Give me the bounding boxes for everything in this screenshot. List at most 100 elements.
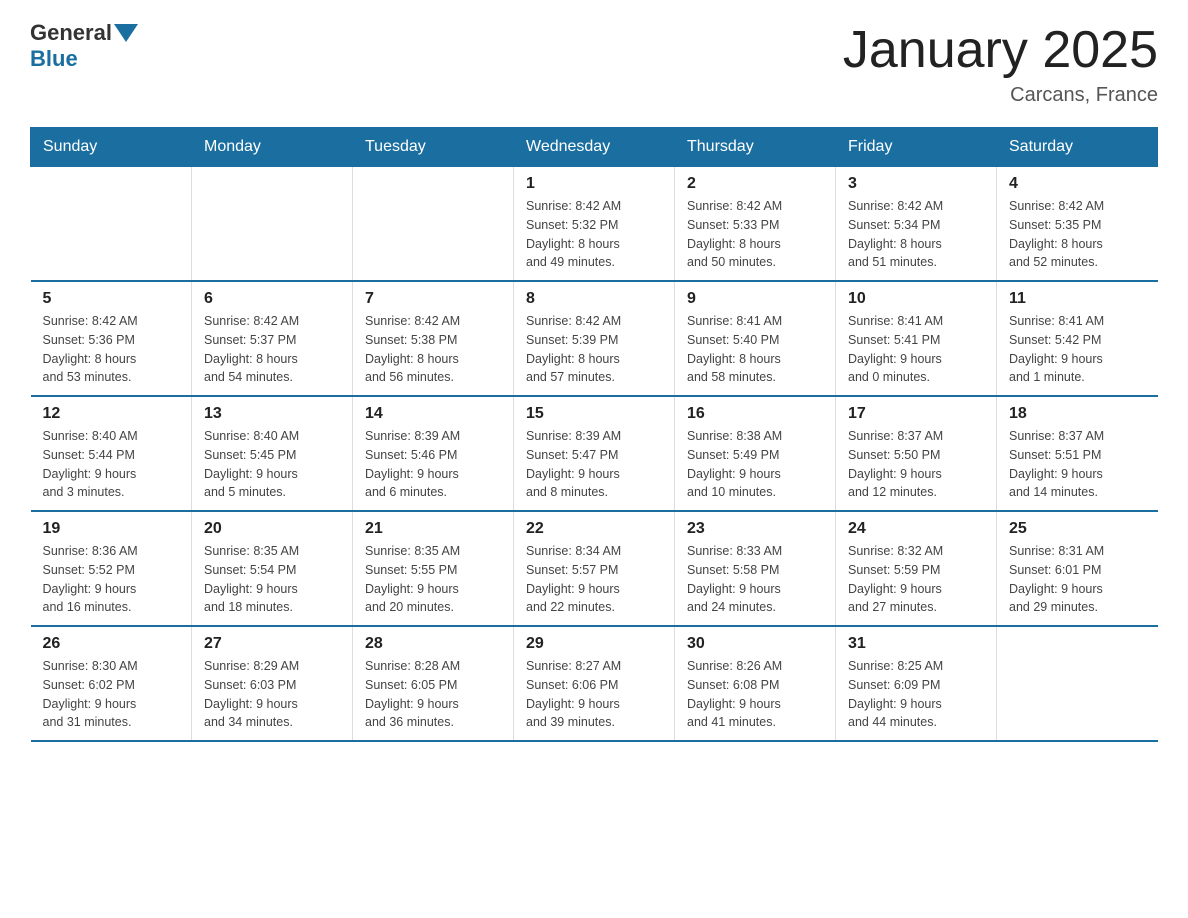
day-info: Sunrise: 8:37 AM Sunset: 5:50 PM Dayligh… <box>848 427 984 502</box>
day-info: Sunrise: 8:42 AM Sunset: 5:39 PM Dayligh… <box>526 312 662 387</box>
calendar-title: January 2025 <box>843 20 1158 80</box>
day-number: 8 <box>526 290 662 308</box>
day-info: Sunrise: 8:39 AM Sunset: 5:47 PM Dayligh… <box>526 427 662 502</box>
calendar-week-row: 1 Sunrise: 8:42 AM Sunset: 5:32 PM Daylig… <box>31 167 1158 282</box>
day-number: 21 <box>365 520 501 538</box>
day-info: Sunrise: 8:37 AM Sunset: 5:51 PM Dayligh… <box>1009 427 1146 502</box>
calendar-cell: 19 Sunrise: 8:36 AM Sunset: 5:52 PM Dayli… <box>31 511 192 626</box>
calendar-cell: 7 Sunrise: 8:42 AM Sunset: 5:38 PM Daylig… <box>353 281 514 396</box>
day-info: Sunrise: 8:40 AM Sunset: 5:45 PM Dayligh… <box>204 427 340 502</box>
calendar-cell: 17 Sunrise: 8:37 AM Sunset: 5:50 PM Dayli… <box>836 396 997 511</box>
day-number: 30 <box>687 635 823 653</box>
logo-general-text: General <box>30 20 112 46</box>
day-number: 10 <box>848 290 984 308</box>
calendar-day-header: Thursday <box>675 128 836 167</box>
day-number: 28 <box>365 635 501 653</box>
day-number: 1 <box>526 175 662 193</box>
day-number: 31 <box>848 635 984 653</box>
calendar-day-header: Tuesday <box>353 128 514 167</box>
logo-triangle-icon <box>114 24 138 42</box>
day-info: Sunrise: 8:28 AM Sunset: 6:05 PM Dayligh… <box>365 657 501 732</box>
day-number: 16 <box>687 405 823 423</box>
day-number: 12 <box>43 405 180 423</box>
calendar-day-header: Monday <box>192 128 353 167</box>
calendar-cell: 22Sunrise: 8:34 AM Sunset: 5:57 PM Dayli… <box>514 511 675 626</box>
day-info: Sunrise: 8:36 AM Sunset: 5:52 PM Dayligh… <box>43 542 180 617</box>
calendar-cell: 6 Sunrise: 8:42 AM Sunset: 5:37 PM Daylig… <box>192 281 353 396</box>
day-number: 19 <box>43 520 180 538</box>
logo: General Blue <box>30 20 138 72</box>
day-number: 2 <box>687 175 823 193</box>
day-number: 14 <box>365 405 501 423</box>
calendar-cell: 13Sunrise: 8:40 AM Sunset: 5:45 PM Dayli… <box>192 396 353 511</box>
day-number: 11 <box>1009 290 1146 308</box>
calendar-cell: 30 Sunrise: 8:26 AM Sunset: 6:08 PM Dayli… <box>675 626 836 741</box>
calendar-cell: 16 Sunrise: 8:38 AM Sunset: 5:49 PM Dayli… <box>675 396 836 511</box>
day-info: Sunrise: 8:41 AM Sunset: 5:41 PM Dayligh… <box>848 312 984 387</box>
day-number: 17 <box>848 405 984 423</box>
day-number: 27 <box>204 635 340 653</box>
day-number: 3 <box>848 175 984 193</box>
calendar-week-row: 5 Sunrise: 8:42 AM Sunset: 5:36 PM Daylig… <box>31 281 1158 396</box>
calendar-cell <box>192 167 353 282</box>
title-block: January 2025 Carcans, France <box>843 20 1158 107</box>
calendar-day-header: Saturday <box>997 128 1158 167</box>
calendar-cell: 8 Sunrise: 8:42 AM Sunset: 5:39 PM Daylig… <box>514 281 675 396</box>
calendar-table: SundayMondayTuesdayWednesdayThursdayFrid… <box>30 127 1158 742</box>
calendar-cell: 1 Sunrise: 8:42 AM Sunset: 5:32 PM Daylig… <box>514 167 675 282</box>
calendar-cell: 10 Sunrise: 8:41 AM Sunset: 5:41 PM Dayli… <box>836 281 997 396</box>
day-info: Sunrise: 8:30 AM Sunset: 6:02 PM Dayligh… <box>43 657 180 732</box>
calendar-cell: 29 Sunrise: 8:27 AM Sunset: 6:06 PM Dayli… <box>514 626 675 741</box>
calendar-cell: 4 Sunrise: 8:42 AM Sunset: 5:35 PM Daylig… <box>997 167 1158 282</box>
day-info: Sunrise: 8:42 AM Sunset: 5:35 PM Dayligh… <box>1009 197 1146 272</box>
day-number: 6 <box>204 290 340 308</box>
calendar-cell: 15 Sunrise: 8:39 AM Sunset: 5:47 PM Dayli… <box>514 396 675 511</box>
logo-blue-text: Blue <box>30 46 78 72</box>
calendar-day-header: Sunday <box>31 128 192 167</box>
calendar-cell: 31 Sunrise: 8:25 AM Sunset: 6:09 PM Dayli… <box>836 626 997 741</box>
day-number: 4 <box>1009 175 1146 193</box>
day-number: 15 <box>526 405 662 423</box>
day-number: 9 <box>687 290 823 308</box>
page-header: General Blue January 2025 Carcans, Franc… <box>30 20 1158 107</box>
day-info: Sunrise: 8:33 AM Sunset: 5:58 PM Dayligh… <box>687 542 823 617</box>
calendar-cell: 2 Sunrise: 8:42 AM Sunset: 5:33 PM Daylig… <box>675 167 836 282</box>
calendar-subtitle: Carcans, France <box>843 84 1158 107</box>
day-number: 18 <box>1009 405 1146 423</box>
day-info: Sunrise: 8:42 AM Sunset: 5:38 PM Dayligh… <box>365 312 501 387</box>
day-number: 7 <box>365 290 501 308</box>
calendar-cell <box>31 167 192 282</box>
calendar-cell: 12Sunrise: 8:40 AM Sunset: 5:44 PM Dayli… <box>31 396 192 511</box>
day-info: Sunrise: 8:26 AM Sunset: 6:08 PM Dayligh… <box>687 657 823 732</box>
calendar-cell: 28 Sunrise: 8:28 AM Sunset: 6:05 PM Dayli… <box>353 626 514 741</box>
calendar-cell: 21 Sunrise: 8:35 AM Sunset: 5:55 PM Dayli… <box>353 511 514 626</box>
day-info: Sunrise: 8:25 AM Sunset: 6:09 PM Dayligh… <box>848 657 984 732</box>
calendar-cell: 26Sunrise: 8:30 AM Sunset: 6:02 PM Dayli… <box>31 626 192 741</box>
day-number: 5 <box>43 290 180 308</box>
calendar-cell: 18 Sunrise: 8:37 AM Sunset: 5:51 PM Dayli… <box>997 396 1158 511</box>
calendar-cell: 14 Sunrise: 8:39 AM Sunset: 5:46 PM Dayli… <box>353 396 514 511</box>
calendar-cell: 5 Sunrise: 8:42 AM Sunset: 5:36 PM Daylig… <box>31 281 192 396</box>
day-info: Sunrise: 8:35 AM Sunset: 5:55 PM Dayligh… <box>365 542 501 617</box>
day-info: Sunrise: 8:42 AM Sunset: 5:33 PM Dayligh… <box>687 197 823 272</box>
day-number: 25 <box>1009 520 1146 538</box>
day-info: Sunrise: 8:27 AM Sunset: 6:06 PM Dayligh… <box>526 657 662 732</box>
day-info: Sunrise: 8:42 AM Sunset: 5:36 PM Dayligh… <box>43 312 180 387</box>
day-info: Sunrise: 8:39 AM Sunset: 5:46 PM Dayligh… <box>365 427 501 502</box>
day-info: Sunrise: 8:31 AM Sunset: 6:01 PM Dayligh… <box>1009 542 1146 617</box>
calendar-cell: 25 Sunrise: 8:31 AM Sunset: 6:01 PM Dayli… <box>997 511 1158 626</box>
calendar-day-header: Friday <box>836 128 997 167</box>
calendar-cell: 20Sunrise: 8:35 AM Sunset: 5:54 PM Dayli… <box>192 511 353 626</box>
day-number: 24 <box>848 520 984 538</box>
day-info: Sunrise: 8:41 AM Sunset: 5:42 PM Dayligh… <box>1009 312 1146 387</box>
calendar-cell: 11 Sunrise: 8:41 AM Sunset: 5:42 PM Dayli… <box>997 281 1158 396</box>
day-number: 29 <box>526 635 662 653</box>
day-number: 20 <box>204 520 340 538</box>
day-info: Sunrise: 8:42 AM Sunset: 5:37 PM Dayligh… <box>204 312 340 387</box>
day-info: Sunrise: 8:29 AM Sunset: 6:03 PM Dayligh… <box>204 657 340 732</box>
day-number: 22 <box>526 520 662 538</box>
calendar-week-row: 12Sunrise: 8:40 AM Sunset: 5:44 PM Dayli… <box>31 396 1158 511</box>
day-info: Sunrise: 8:38 AM Sunset: 5:49 PM Dayligh… <box>687 427 823 502</box>
calendar-cell: 24Sunrise: 8:32 AM Sunset: 5:59 PM Dayli… <box>836 511 997 626</box>
day-info: Sunrise: 8:42 AM Sunset: 5:32 PM Dayligh… <box>526 197 662 272</box>
